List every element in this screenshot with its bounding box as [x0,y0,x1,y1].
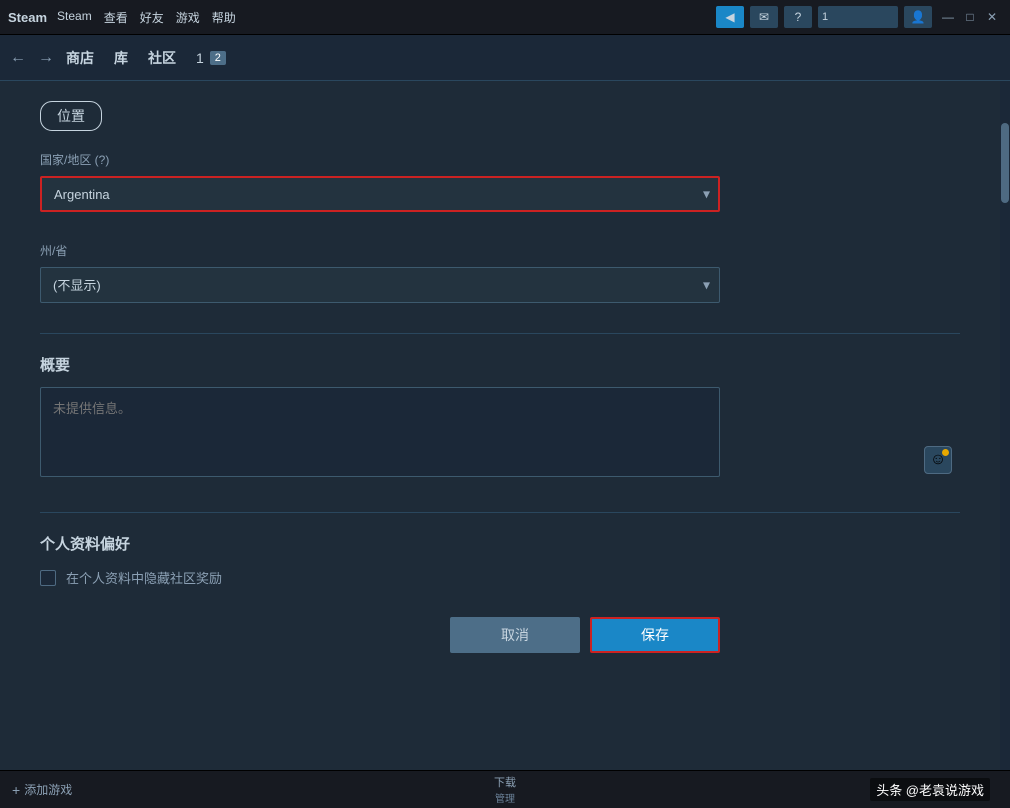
state-form-section: 州/省 (不显示) ▾ [40,242,960,303]
username-prefix: 1 [196,50,204,66]
title-bar-left: Steam Steam 查看 好友 游戏 帮助 [8,9,236,26]
download-label: 下载 [494,774,516,790]
state-select-wrapper: (不显示) ▾ [40,267,720,303]
save-button[interactable]: 保存 [590,617,720,653]
title-bar-right: ◀ ✉ ? 👤 — □ ✕ [716,6,1002,28]
maximize-button[interactable]: □ [960,7,980,27]
nav-library[interactable]: 库 [114,48,128,68]
divider-1 [40,333,960,334]
menu-view[interactable]: 查看 [104,9,128,26]
nav-links: 商店 库 社区 1 2 [66,48,226,68]
location-title[interactable]: 位置 [40,101,102,131]
username-badge: 2 [210,51,226,65]
hide-rewards-checkbox[interactable] [40,570,56,586]
nav-community[interactable]: 社区 [148,48,176,68]
country-label: 国家/地区 (?) [40,151,960,168]
nav-store[interactable]: 商店 [66,48,94,68]
hide-rewards-row: 在个人资料中隐藏社区奖励 [40,568,960,587]
title-menu: Steam 查看 好友 游戏 帮助 [57,9,236,26]
menu-help[interactable]: 帮助 [212,9,236,26]
download-manager[interactable]: 下载 管理 [494,774,516,805]
add-game-label: 添加游戏 [24,781,72,798]
steam-logo: Steam [8,10,47,25]
add-game-button[interactable]: + 添加游戏 [12,781,72,798]
content-area: 位置 国家/地区 (?) Argentina China United Stat… [0,81,1000,770]
download-sub: 管理 [494,790,516,805]
prefs-section: 个人资料偏好 在个人资料中隐藏社区奖励 [40,533,960,587]
back-button[interactable]: ← [10,49,26,67]
stream-button[interactable]: ◀ [716,6,744,28]
state-select[interactable]: (不显示) [40,267,720,303]
email-button[interactable]: ✉ [750,6,778,28]
emoji-button[interactable]: ☺ [924,446,952,474]
menu-games[interactable]: 游戏 [176,9,200,26]
scrollbar[interactable] [1000,81,1010,770]
country-select-wrapper: Argentina China United States ▾ [40,176,720,212]
country-form-section: 国家/地区 (?) Argentina China United States … [40,151,960,212]
divider-2 [40,512,960,513]
help-button[interactable]: ? [784,6,812,28]
menu-friends[interactable]: 好友 [140,9,164,26]
main-content: 位置 国家/地区 (?) Argentina China United Stat… [0,81,1010,770]
country-select[interactable]: Argentina China United States [40,176,720,212]
watermark-text: 头条 @老袁说游戏 [870,778,990,801]
close-button[interactable]: ✕ [982,7,1002,27]
minimize-button[interactable]: — [938,7,958,27]
hide-rewards-label: 在个人资料中隐藏社区奖励 [66,568,222,587]
portrait-button[interactable]: 👤 [904,6,932,28]
summary-title: 概要 [40,354,960,375]
summary-section: 概要 ☺ [40,354,960,482]
scrollbar-thumb[interactable] [1001,123,1009,203]
emoji-notification-dot [942,449,949,456]
plus-icon: + [12,782,20,798]
state-label: 州/省 [40,242,960,259]
window-controls: — □ ✕ [938,7,1002,27]
nav-bar: ← → 商店 库 社区 1 2 [0,35,1010,81]
forward-button[interactable]: → [38,49,54,67]
username-input[interactable] [818,6,898,28]
menu-steam[interactable]: Steam [57,9,92,26]
location-section-header: 位置 [40,101,960,131]
title-bar: Steam Steam 查看 好友 游戏 帮助 ◀ ✉ ? 👤 — □ ✕ [0,0,1010,35]
cancel-button[interactable]: 取消 [450,617,580,653]
bottom-right: 头条 @老袁说游戏 [870,771,990,808]
summary-textarea[interactable] [40,387,720,477]
prefs-title: 个人资料偏好 [40,533,960,554]
action-buttons: 取消 保存 [40,617,720,653]
summary-area: ☺ [40,387,960,482]
bottom-bar: + 添加游戏 下载 管理 头条 @老袁说游戏 [0,770,1010,808]
nav-username[interactable]: 1 2 [196,50,226,66]
